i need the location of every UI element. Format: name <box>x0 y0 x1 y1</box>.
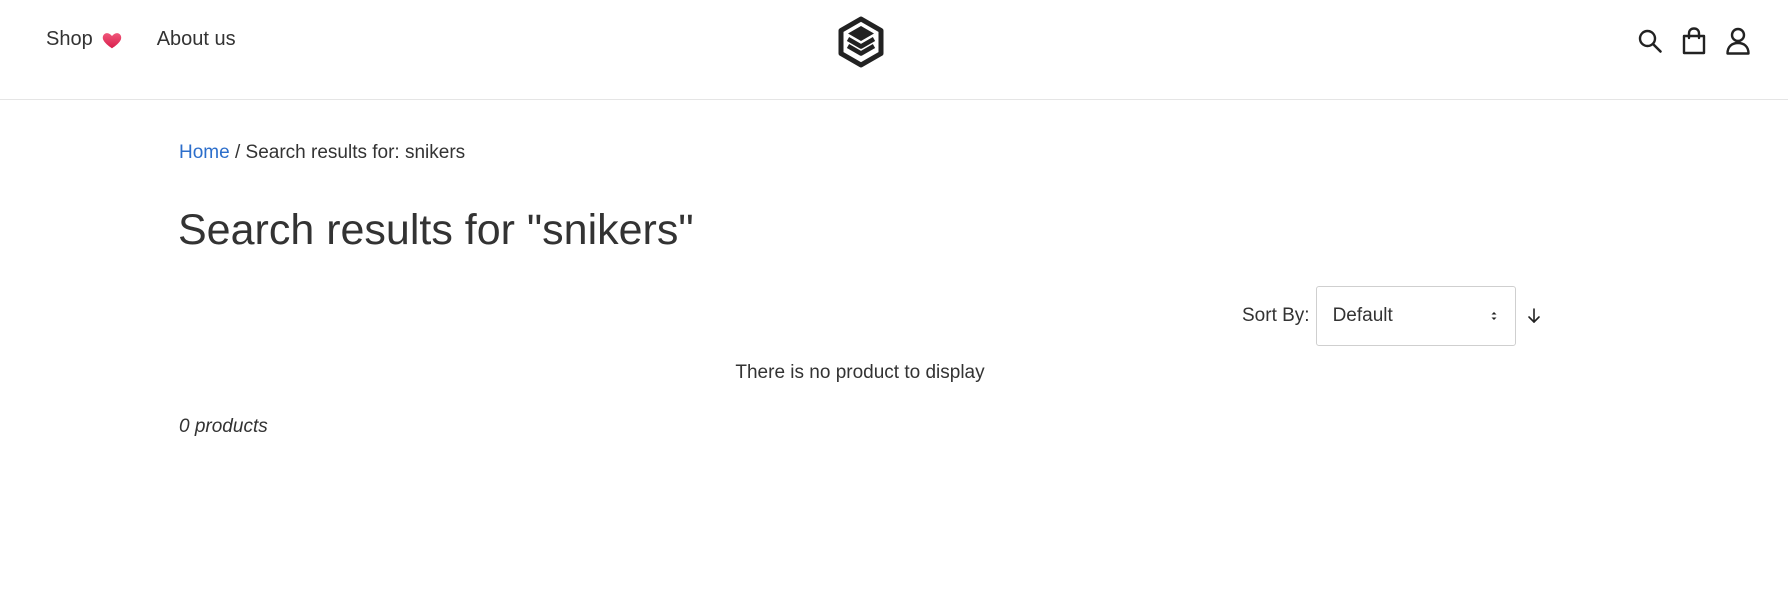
header-actions <box>1636 26 1752 56</box>
sort-select[interactable]: Default <box>1315 286 1516 346</box>
empty-results-message: There is no product to display <box>735 362 985 383</box>
nav-shop-link[interactable]: Shop <box>46 28 123 51</box>
user-icon[interactable] <box>1724 26 1752 56</box>
search-icon[interactable] <box>1636 26 1664 56</box>
shopping-bag-icon[interactable] <box>1680 26 1708 56</box>
select-updown-icon <box>1489 309 1499 323</box>
nav-about-label: About us <box>156 28 236 50</box>
breadcrumb: Home / Search results for: snikers <box>179 142 465 164</box>
nav-about-link[interactable]: About us <box>157 28 236 51</box>
page-title: Search results for "snikers" <box>178 206 694 254</box>
arrow-down-icon[interactable] <box>1524 306 1544 326</box>
breadcrumb-current: Search results for: snikers <box>245 142 466 163</box>
heart-icon <box>101 29 123 51</box>
breadcrumb-separator: / <box>229 142 246 163</box>
main-nav: Shop About us <box>46 28 236 51</box>
sort-controls: Sort By: Default <box>1242 286 1544 346</box>
product-count: 0 products <box>179 416 268 437</box>
site-header: Shop About us <box>0 0 1788 100</box>
sort-label: Sort By: <box>1242 305 1310 326</box>
sort-selected-value: Default <box>1332 305 1393 326</box>
layered-hexagon-logo-icon[interactable] <box>836 16 886 68</box>
search-results-page: Home / Search results for: snikers Searc… <box>0 100 1788 589</box>
nav-shop-label: Shop <box>46 28 93 50</box>
breadcrumb-home-link[interactable]: Home <box>179 142 230 163</box>
